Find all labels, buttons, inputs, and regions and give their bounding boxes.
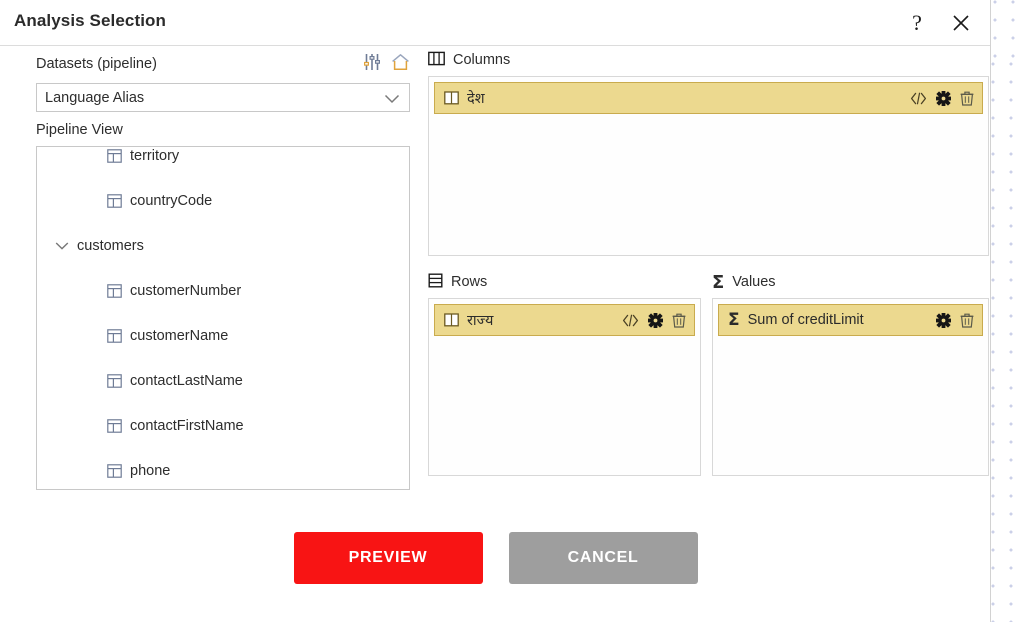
tree-node-label: contactLastName — [130, 372, 243, 389]
sigma-icon: Σ — [728, 310, 740, 330]
page-title: Analysis Selection — [14, 11, 167, 30]
rows-chip[interactable]: राज्य — [434, 304, 695, 336]
gear-icon[interactable] — [936, 312, 951, 328]
table-field-icon — [107, 463, 122, 478]
columns-field-icon — [444, 313, 459, 327]
columns-zone-label: Columns — [453, 52, 511, 68]
code-icon[interactable] — [622, 314, 639, 327]
tree-node-label: territory — [130, 147, 180, 164]
datasets-label: Datasets (pipeline) — [36, 56, 157, 72]
table-field-icon — [107, 193, 122, 208]
tree-node-customerNumber[interactable]: customerNumber — [37, 268, 409, 313]
values-zone-header: Σ Values — [712, 272, 989, 292]
sliders-icon[interactable] — [363, 53, 381, 76]
question-mark-icon: ? — [912, 10, 922, 35]
trash-icon[interactable] — [672, 313, 686, 328]
rows-zone-header: Rows — [428, 272, 701, 292]
columns-field-icon — [444, 91, 459, 105]
values-zone: Σ Values Σ Sum of creditLimit — [712, 272, 989, 476]
datasets-row: Datasets (pipeline) — [36, 54, 410, 76]
cancel-button[interactable]: CANCEL — [508, 532, 698, 584]
table-field-icon — [107, 418, 122, 433]
dialog-footer: PREVIEW CANCEL — [0, 532, 991, 584]
columns-zone: Columns देश — [428, 50, 989, 256]
rows-zone-label: Rows — [451, 274, 488, 290]
tree-node-contactFirstName[interactable]: contactFirstName — [37, 403, 409, 448]
rows-icon — [428, 273, 443, 292]
home-icon[interactable] — [391, 53, 410, 76]
dataset-select-value: Language Alias — [45, 89, 145, 106]
tree-node-label: customerName — [130, 327, 229, 344]
gear-icon[interactable] — [648, 312, 663, 328]
pipeline-tree[interactable]: territory countryCode customers customerNum… — [36, 146, 410, 490]
tree-node-customerName[interactable]: customerName — [37, 313, 409, 358]
sigma-icon: Σ — [712, 271, 725, 293]
pipeline-tree-items: territory countryCode customers customerNum… — [37, 147, 409, 489]
table-field-icon — [107, 328, 122, 343]
tree-node-label: phone — [130, 462, 171, 479]
values-chip[interactable]: Σ Sum of creditLimit — [718, 304, 983, 336]
values-chip-label: Sum of creditLimit — [747, 312, 864, 328]
chip-actions — [936, 312, 974, 328]
table-field-icon — [107, 283, 122, 298]
preview-button[interactable]: PREVIEW — [293, 532, 483, 584]
table-field-icon — [107, 148, 122, 163]
columns-zone-header: Columns — [428, 50, 989, 70]
table-field-icon — [107, 373, 122, 388]
columns-chip[interactable]: देश — [434, 82, 983, 114]
columns-chip-label: देश — [467, 91, 485, 107]
chevron-down-icon — [384, 92, 400, 110]
chip-actions — [622, 312, 686, 328]
help-button[interactable]: ? — [900, 6, 934, 40]
rows-drop-area[interactable]: राज्य — [428, 298, 701, 476]
tree-node-label: customerNumber — [130, 282, 242, 299]
rows-chip-label: राज्य — [467, 313, 494, 329]
close-button[interactable] — [944, 6, 978, 40]
tree-node-label: countryCode — [130, 192, 213, 209]
values-zone-label: Values — [732, 274, 776, 290]
columns-icon — [428, 51, 445, 70]
tree-node-countryCode[interactable]: countryCode — [37, 178, 409, 223]
dataset-toolbar — [363, 53, 410, 76]
chip-actions — [910, 90, 974, 106]
close-icon — [953, 15, 969, 31]
dialog-title-bar: Analysis Selection ? — [0, 0, 990, 46]
tree-node-contactLastName[interactable]: contactLastName — [37, 358, 409, 403]
tree-node-label: contactFirstName — [130, 417, 244, 434]
chevron-down-icon[interactable] — [51, 235, 73, 257]
tree-node-customers[interactable]: customers — [37, 223, 409, 268]
analysis-selection-dialog: Analysis Selection ? Datasets (pipeline) — [0, 0, 991, 622]
background-dot-pattern — [991, 62, 1027, 622]
left-pane: Datasets (pipeline) Language Alias Pipel… — [36, 54, 410, 490]
trash-icon[interactable] — [960, 313, 974, 328]
columns-drop-area[interactable]: देश — [428, 76, 989, 256]
tree-node-label: customers — [77, 237, 144, 254]
tree-node-territory[interactable]: territory — [37, 147, 409, 178]
gear-icon[interactable] — [936, 90, 951, 106]
trash-icon[interactable] — [960, 91, 974, 106]
dataset-select[interactable]: Language Alias — [36, 83, 410, 112]
tree-node-phone[interactable]: phone — [37, 448, 409, 489]
page-root: Analysis Selection ? Datasets (pipeline) — [0, 0, 1027, 622]
pipeline-view-label: Pipeline View — [36, 122, 123, 138]
code-icon[interactable] — [910, 92, 927, 105]
values-drop-area[interactable]: Σ Sum of creditLimit — [712, 298, 989, 476]
rows-zone: Rows राज्य — [428, 272, 701, 476]
